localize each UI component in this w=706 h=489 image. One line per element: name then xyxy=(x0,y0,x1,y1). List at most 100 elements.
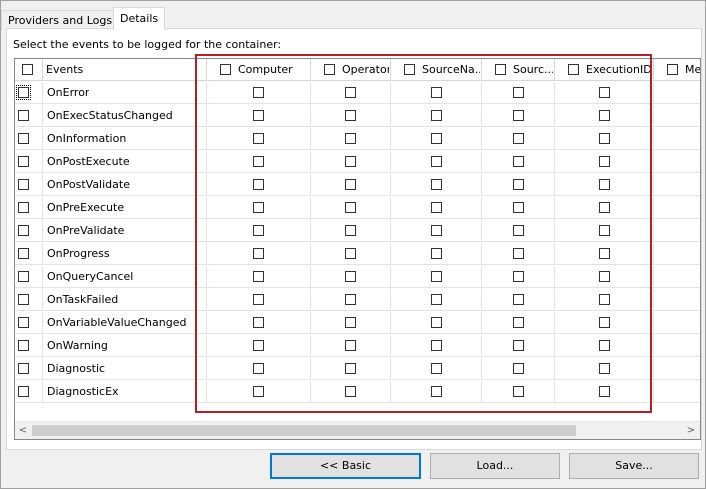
log-field-checkbox[interactable] xyxy=(345,156,356,167)
log-field-checkbox[interactable] xyxy=(513,133,524,144)
event-select-checkbox[interactable] xyxy=(18,179,29,190)
log-field-checkbox[interactable] xyxy=(513,294,524,305)
log-field-checkbox[interactable] xyxy=(599,156,610,167)
log-field-checkbox[interactable] xyxy=(599,133,610,144)
log-field-checkbox[interactable] xyxy=(599,179,610,190)
log-field-checkbox[interactable] xyxy=(431,87,442,98)
log-field-checkbox[interactable] xyxy=(345,110,356,121)
log-field-checkbox[interactable] xyxy=(513,271,524,282)
log-field-checkbox[interactable] xyxy=(599,340,610,351)
select-all-checkbox[interactable] xyxy=(22,64,33,75)
log-field-checkbox[interactable] xyxy=(431,317,442,328)
log-field-checkbox[interactable] xyxy=(513,156,524,167)
load-button[interactable]: Load... xyxy=(430,453,560,479)
log-field-checkbox[interactable] xyxy=(253,294,264,305)
log-field-checkbox[interactable] xyxy=(431,133,442,144)
column-select-checkbox[interactable] xyxy=(404,64,415,75)
log-field-checkbox[interactable] xyxy=(513,202,524,213)
log-field-checkbox[interactable] xyxy=(345,87,356,98)
log-field-checkbox[interactable] xyxy=(253,363,264,374)
log-field-checkbox[interactable] xyxy=(253,110,264,121)
log-field-checkbox[interactable] xyxy=(513,340,524,351)
log-field-checkbox[interactable] xyxy=(345,179,356,190)
event-select-checkbox[interactable] xyxy=(18,225,29,236)
log-field-checkbox[interactable] xyxy=(599,248,610,259)
log-field-checkbox[interactable] xyxy=(253,87,264,98)
tab-providers-and-logs[interactable]: Providers and Logs xyxy=(1,10,120,30)
log-field-checkbox[interactable] xyxy=(431,294,442,305)
scroll-left-icon[interactable]: < xyxy=(16,424,30,437)
log-field-checkbox[interactable] xyxy=(513,363,524,374)
log-field-checkbox[interactable] xyxy=(599,87,610,98)
column-select-checkbox[interactable] xyxy=(324,64,335,75)
log-field-checkbox[interactable] xyxy=(431,340,442,351)
log-field-checkbox[interactable] xyxy=(253,156,264,167)
log-field-checkbox[interactable] xyxy=(599,363,610,374)
log-field-checkbox[interactable] xyxy=(599,294,610,305)
log-field-checkbox[interactable] xyxy=(431,156,442,167)
log-field-checkbox[interactable] xyxy=(599,225,610,236)
log-field-checkbox[interactable] xyxy=(513,225,524,236)
event-select-checkbox[interactable] xyxy=(18,340,29,351)
log-field-checkbox[interactable] xyxy=(431,248,442,259)
event-select-checkbox[interactable] xyxy=(18,363,29,374)
log-field-checkbox[interactable] xyxy=(345,271,356,282)
basic-button[interactable]: << Basic xyxy=(270,453,421,479)
log-field-checkbox[interactable] xyxy=(513,248,524,259)
log-field-checkbox[interactable] xyxy=(253,202,264,213)
log-field-checkbox[interactable] xyxy=(431,271,442,282)
log-field-checkbox[interactable] xyxy=(599,317,610,328)
save-button[interactable]: Save... xyxy=(569,453,699,479)
log-field-checkbox[interactable] xyxy=(599,110,610,121)
event-select-checkbox[interactable] xyxy=(16,85,31,100)
event-select-checkbox[interactable] xyxy=(18,386,29,397)
log-field-checkbox[interactable] xyxy=(431,363,442,374)
horizontal-scrollbar[interactable]: < > xyxy=(15,421,700,439)
log-field-checkbox[interactable] xyxy=(253,271,264,282)
log-field-checkbox[interactable] xyxy=(253,225,264,236)
scrollbar-thumb[interactable] xyxy=(32,425,576,436)
log-field-checkbox[interactable] xyxy=(513,87,524,98)
log-field-checkbox[interactable] xyxy=(345,248,356,259)
log-field-checkbox[interactable] xyxy=(345,317,356,328)
log-field-checkbox[interactable] xyxy=(345,133,356,144)
event-select-checkbox[interactable] xyxy=(18,110,29,121)
log-field-checkbox[interactable] xyxy=(599,202,610,213)
log-field-checkbox[interactable] xyxy=(345,386,356,397)
log-field-checkbox[interactable] xyxy=(431,179,442,190)
scroll-right-icon[interactable]: > xyxy=(684,424,698,437)
log-field-checkbox[interactable] xyxy=(513,110,524,121)
column-select-checkbox[interactable] xyxy=(220,64,231,75)
event-select-checkbox[interactable] xyxy=(18,202,29,213)
log-field-checkbox[interactable] xyxy=(513,179,524,190)
log-field-checkbox[interactable] xyxy=(253,248,264,259)
log-field-checkbox[interactable] xyxy=(513,386,524,397)
log-field-checkbox[interactable] xyxy=(345,202,356,213)
log-field-checkbox[interactable] xyxy=(345,225,356,236)
log-field-checkbox[interactable] xyxy=(513,317,524,328)
log-field-checkbox[interactable] xyxy=(431,225,442,236)
event-select-checkbox[interactable] xyxy=(18,133,29,144)
event-select-checkbox[interactable] xyxy=(18,156,29,167)
event-select-checkbox[interactable] xyxy=(18,317,29,328)
log-field-checkbox[interactable] xyxy=(345,363,356,374)
tab-details[interactable]: Details xyxy=(113,7,166,30)
log-field-checkbox[interactable] xyxy=(345,294,356,305)
log-field-checkbox[interactable] xyxy=(599,386,610,397)
event-select-checkbox[interactable] xyxy=(18,248,29,259)
log-field-checkbox[interactable] xyxy=(431,386,442,397)
log-field-checkbox[interactable] xyxy=(253,340,264,351)
column-select-checkbox[interactable] xyxy=(495,64,506,75)
column-select-checkbox[interactable] xyxy=(667,64,678,75)
log-field-checkbox[interactable] xyxy=(253,179,264,190)
log-field-checkbox[interactable] xyxy=(431,202,442,213)
log-field-checkbox[interactable] xyxy=(431,110,442,121)
column-select-checkbox[interactable] xyxy=(568,64,579,75)
log-field-checkbox[interactable] xyxy=(253,317,264,328)
log-field-checkbox[interactable] xyxy=(253,386,264,397)
log-field-checkbox[interactable] xyxy=(345,340,356,351)
log-field-checkbox[interactable] xyxy=(599,271,610,282)
log-field-checkbox[interactable] xyxy=(253,133,264,144)
event-select-checkbox[interactable] xyxy=(18,294,29,305)
event-select-checkbox[interactable] xyxy=(18,271,29,282)
